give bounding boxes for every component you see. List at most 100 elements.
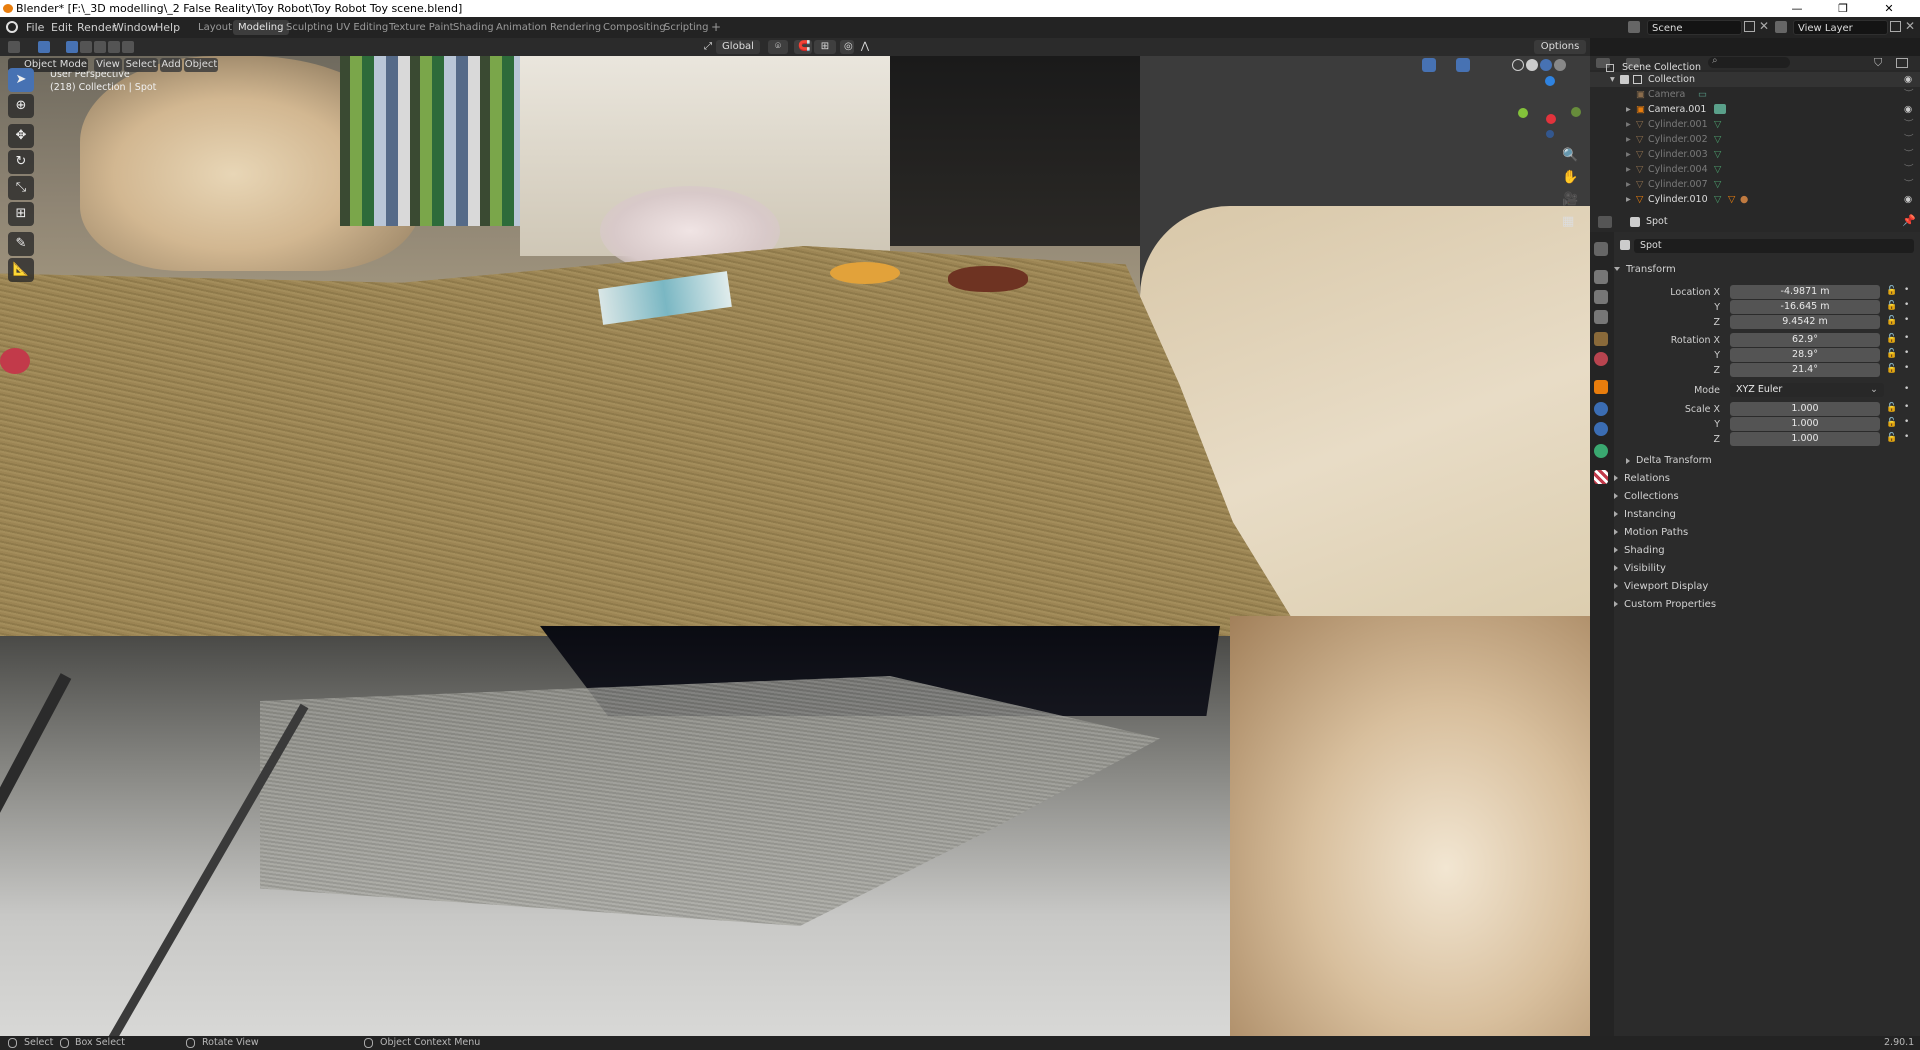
eye-closed-icon[interactable]: ︶: [1904, 177, 1914, 192]
gizmo-z-axis-icon[interactable]: [1545, 76, 1555, 86]
new-view-layer-icon[interactable]: [1890, 21, 1901, 32]
outliner-row-camera-001[interactable]: ▸ ▣ Camera.001 ◉: [1590, 102, 1920, 117]
lock-icon[interactable]: 🔓: [1886, 364, 1897, 374]
select-intersect-icon[interactable]: [122, 41, 134, 53]
remove-view-layer-icon[interactable]: ✕: [1905, 19, 1915, 33]
gizmo-y-axis-icon[interactable]: [1518, 108, 1528, 118]
relations-panel-header[interactable]: Relations: [1614, 470, 1670, 488]
lock-icon[interactable]: 🔓: [1886, 403, 1897, 413]
select-menu[interactable]: Select: [124, 58, 158, 72]
viewport-display-panel-header[interactable]: Viewport Display: [1614, 578, 1708, 596]
output-tab-icon[interactable]: [1594, 290, 1608, 304]
physics-tab-icon[interactable]: [1594, 402, 1608, 416]
falloff-icon[interactable]: ⋀: [856, 40, 874, 54]
proportional-editing-icon[interactable]: ◎: [840, 40, 854, 54]
tab-layout[interactable]: Layout: [193, 20, 237, 35]
tab-sculpting[interactable]: Sculpting: [281, 20, 338, 35]
zoom-icon[interactable]: 🔍: [1562, 148, 1578, 163]
expand-triangle-icon[interactable]: ▸: [1626, 192, 1631, 207]
constraints-tab-icon[interactable]: [1594, 422, 1608, 436]
object-tab-icon[interactable]: [1594, 380, 1608, 394]
tab-rendering[interactable]: Rendering: [545, 20, 606, 35]
rotation-z-field[interactable]: 21.4°: [1730, 363, 1880, 377]
visibility-icon[interactable]: [1396, 58, 1410, 72]
lock-icon[interactable]: 🔓: [1886, 316, 1897, 326]
scene-tab-icon[interactable]: [1594, 332, 1608, 346]
expand-triangle-icon[interactable]: ▸: [1626, 162, 1631, 177]
location-x-field[interactable]: -4.9871 m: [1730, 285, 1880, 299]
select-extend-icon[interactable]: [80, 41, 92, 53]
add-menu[interactable]: Add: [160, 58, 182, 72]
options-dropdown[interactable]: Options: [1534, 40, 1586, 54]
eye-closed-icon[interactable]: ︶: [1904, 117, 1914, 132]
collapse-triangle-icon[interactable]: ▾: [1610, 72, 1615, 87]
menu-window[interactable]: Window: [113, 21, 156, 34]
scene-selector[interactable]: Scene: [1647, 20, 1742, 35]
scale-x-field[interactable]: 1.000: [1730, 402, 1880, 416]
blender-menu-icon[interactable]: [6, 21, 18, 33]
lock-icon[interactable]: 🔓: [1886, 286, 1897, 296]
pan-hand-icon[interactable]: ✋: [1562, 170, 1578, 185]
select-box-tool[interactable]: ➤: [8, 68, 34, 92]
view-layer-selector[interactable]: View Layer: [1793, 20, 1888, 35]
move-tool[interactable]: ✥: [8, 124, 34, 148]
outliner-row-cylinder-003[interactable]: ▸ ▽ Cylinder.003 ▽ ︶: [1590, 147, 1920, 162]
scale-tool[interactable]: ⤡: [8, 176, 34, 200]
expand-triangle-icon[interactable]: ▸: [1626, 147, 1631, 162]
outliner-row-cylinder-004[interactable]: ▸ ▽ Cylinder.004 ▽ ︶: [1590, 162, 1920, 177]
expand-triangle-icon[interactable]: ▸: [1626, 117, 1631, 132]
wireframe-shading-icon[interactable]: [1512, 59, 1524, 71]
gizmo-x-axis-icon[interactable]: [1546, 114, 1556, 124]
keyframe-dot-icon[interactable]: •: [1904, 417, 1909, 427]
rotation-x-field[interactable]: 62.9°: [1730, 333, 1880, 347]
rotation-y-field[interactable]: 28.9°: [1730, 348, 1880, 362]
annotate-tool[interactable]: ✎: [8, 232, 34, 256]
outliner-row-cylinder-002[interactable]: ▸ ▽ Cylinder.002 ▽ ︶: [1590, 132, 1920, 147]
render-tab-icon[interactable]: [1594, 270, 1608, 284]
transform-panel-header[interactable]: Transform: [1614, 261, 1676, 279]
view-layer-tab-icon[interactable]: [1594, 310, 1608, 324]
eye-closed-icon[interactable]: ︶: [1904, 87, 1914, 102]
view-menu[interactable]: View: [94, 58, 122, 72]
rotate-tool[interactable]: ↻: [8, 150, 34, 174]
eye-closed-icon[interactable]: ︶: [1904, 132, 1914, 147]
rotation-mode-dropdown[interactable]: XYZ Euler ⌄: [1730, 383, 1884, 397]
transform-tool[interactable]: ⊞: [8, 202, 34, 226]
outliner-row-camera[interactable]: ▣ Camera ▭ ︶: [1590, 87, 1920, 102]
transform-orientation-dropdown[interactable]: Global: [716, 40, 760, 54]
outliner-row-cylinder-010[interactable]: ▸ ▽ Cylinder.010 ▽ ▽ ● ◉: [1590, 192, 1920, 207]
pin-icon[interactable]: 📌: [1902, 214, 1916, 227]
gizmo-toggle-icon[interactable]: [1422, 58, 1436, 72]
perspective-toggle-icon[interactable]: ▦: [1562, 214, 1574, 229]
new-scene-icon[interactable]: [1744, 21, 1755, 32]
menu-render[interactable]: Render: [77, 21, 116, 34]
world-tab-icon[interactable]: [1594, 352, 1608, 366]
visibility-panel-header[interactable]: Visibility: [1614, 560, 1666, 578]
keyframe-dot-icon[interactable]: •: [1904, 285, 1909, 295]
snap-icon[interactable]: 🧲: [794, 40, 812, 54]
select-new-icon[interactable]: [66, 41, 78, 53]
tool-tab-icon[interactable]: [1594, 242, 1608, 256]
eye-icon[interactable]: ◉: [1904, 72, 1912, 87]
instancing-panel-header[interactable]: Instancing: [1614, 506, 1676, 524]
location-z-field[interactable]: 9.4542 m: [1730, 315, 1880, 329]
camera-view-icon[interactable]: 🎥: [1562, 192, 1578, 207]
keyframe-dot-icon[interactable]: •: [1904, 300, 1909, 310]
texture-tab-icon[interactable]: [1594, 470, 1608, 484]
checkbox-icon[interactable]: [1620, 75, 1629, 84]
maximize-button[interactable]: ❐: [1820, 0, 1866, 17]
lock-icon[interactable]: 🔓: [1886, 349, 1897, 359]
remove-scene-icon[interactable]: ✕: [1759, 19, 1769, 33]
scale-z-field[interactable]: 1.000: [1730, 432, 1880, 446]
menu-help[interactable]: Help: [155, 21, 180, 34]
select-subtract-icon[interactable]: [94, 41, 106, 53]
solid-shading-icon[interactable]: [1526, 59, 1538, 71]
gizmo-neg-z-icon[interactable]: [1546, 130, 1554, 138]
rendered-shading-icon[interactable]: [1554, 59, 1566, 71]
menu-file[interactable]: File: [26, 21, 44, 34]
lock-icon[interactable]: 🔓: [1886, 433, 1897, 443]
object-menu[interactable]: Object: [184, 58, 218, 72]
tab-animation[interactable]: Animation: [491, 20, 552, 35]
properties-editor-type-icon[interactable]: [1598, 216, 1612, 228]
close-button[interactable]: ✕: [1866, 0, 1912, 17]
